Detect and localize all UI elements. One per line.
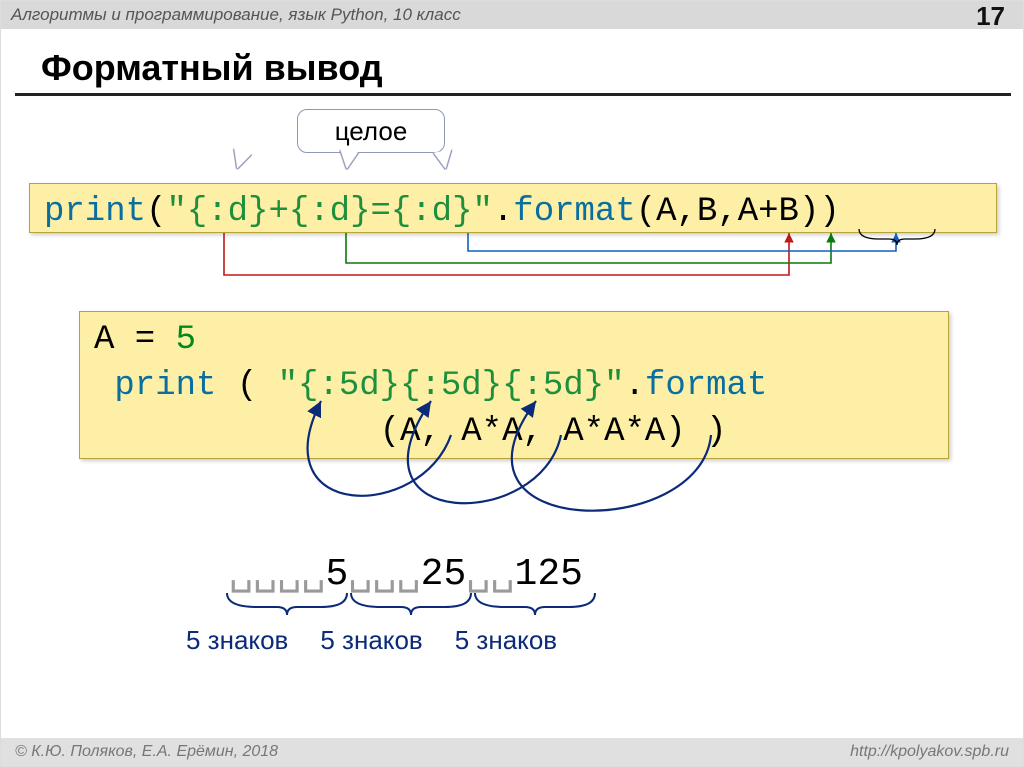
code-box-1: print("{:d}+{:d}={:d}".format(A,B,A+B)) bbox=[29, 183, 997, 233]
output-pad: ␣␣␣ bbox=[348, 553, 420, 596]
callout-tail-icon bbox=[434, 150, 455, 171]
header-bar: Алгоритмы и программирование, язык Pytho… bbox=[1, 1, 1023, 29]
code-format-string: "{:d}+{:d}={:d}" bbox=[166, 193, 492, 231]
footer-copyright: © К.Ю. Поляков, Е.А. Ерёмин, 2018 bbox=[15, 743, 278, 761]
page-number: 17 bbox=[976, 1, 1005, 32]
output-pad: ␣␣ bbox=[466, 553, 514, 596]
code-method-format: format bbox=[513, 193, 635, 231]
code-paren: ( bbox=[216, 367, 277, 405]
label-5-chars: 5 знаков bbox=[186, 625, 288, 656]
footer-bar: © К.Ю. Поляков, Е.А. Ерёмин, 2018 http:/… bbox=[1, 738, 1023, 766]
label-5-chars: 5 знаков bbox=[455, 625, 557, 656]
output-value: 125 bbox=[515, 553, 583, 596]
output-line: ␣␣␣␣5␣␣␣25␣␣125 bbox=[229, 549, 583, 596]
code-assign-lhs: A = bbox=[94, 321, 176, 359]
code-box-2: A = 5 print ( "{:5d}{:5d}{:5d}".format (… bbox=[79, 311, 949, 459]
code-number: 5 bbox=[176, 321, 196, 359]
footer-url: http://kpolyakov.spb.ru bbox=[850, 743, 1009, 761]
code-fn-print: print bbox=[44, 193, 146, 231]
code-method-format: format bbox=[645, 367, 767, 405]
title-underline bbox=[15, 93, 1011, 96]
code-paren: ( bbox=[146, 193, 166, 231]
code-format-string: "{:5d}{:5d}{:5d}" bbox=[278, 367, 625, 405]
callout-tail-icon bbox=[229, 149, 252, 172]
code-args-line: (A, A*A, A*A*A) ) bbox=[94, 413, 727, 451]
label-5-chars: 5 знаков bbox=[320, 625, 422, 656]
output-labels: 5 знаков 5 знаков 5 знаков bbox=[186, 625, 557, 656]
output-value: 5 bbox=[325, 553, 348, 596]
code-dot: . bbox=[493, 193, 513, 231]
callout-integer: целое bbox=[297, 109, 445, 153]
page-title: Форматный вывод bbox=[41, 47, 383, 89]
code-dot: . bbox=[625, 367, 645, 405]
slide: Алгоритмы и программирование, язык Pytho… bbox=[0, 0, 1024, 767]
header-subject: Алгоритмы и программирование, язык Pytho… bbox=[11, 5, 461, 25]
code-fn-print: print bbox=[114, 367, 216, 405]
code-args: (A,B,A+B)) bbox=[636, 193, 840, 231]
output-pad: ␣␣␣␣ bbox=[229, 553, 325, 596]
output-value: 25 bbox=[421, 553, 467, 596]
callout-tail-icon bbox=[338, 150, 358, 170]
